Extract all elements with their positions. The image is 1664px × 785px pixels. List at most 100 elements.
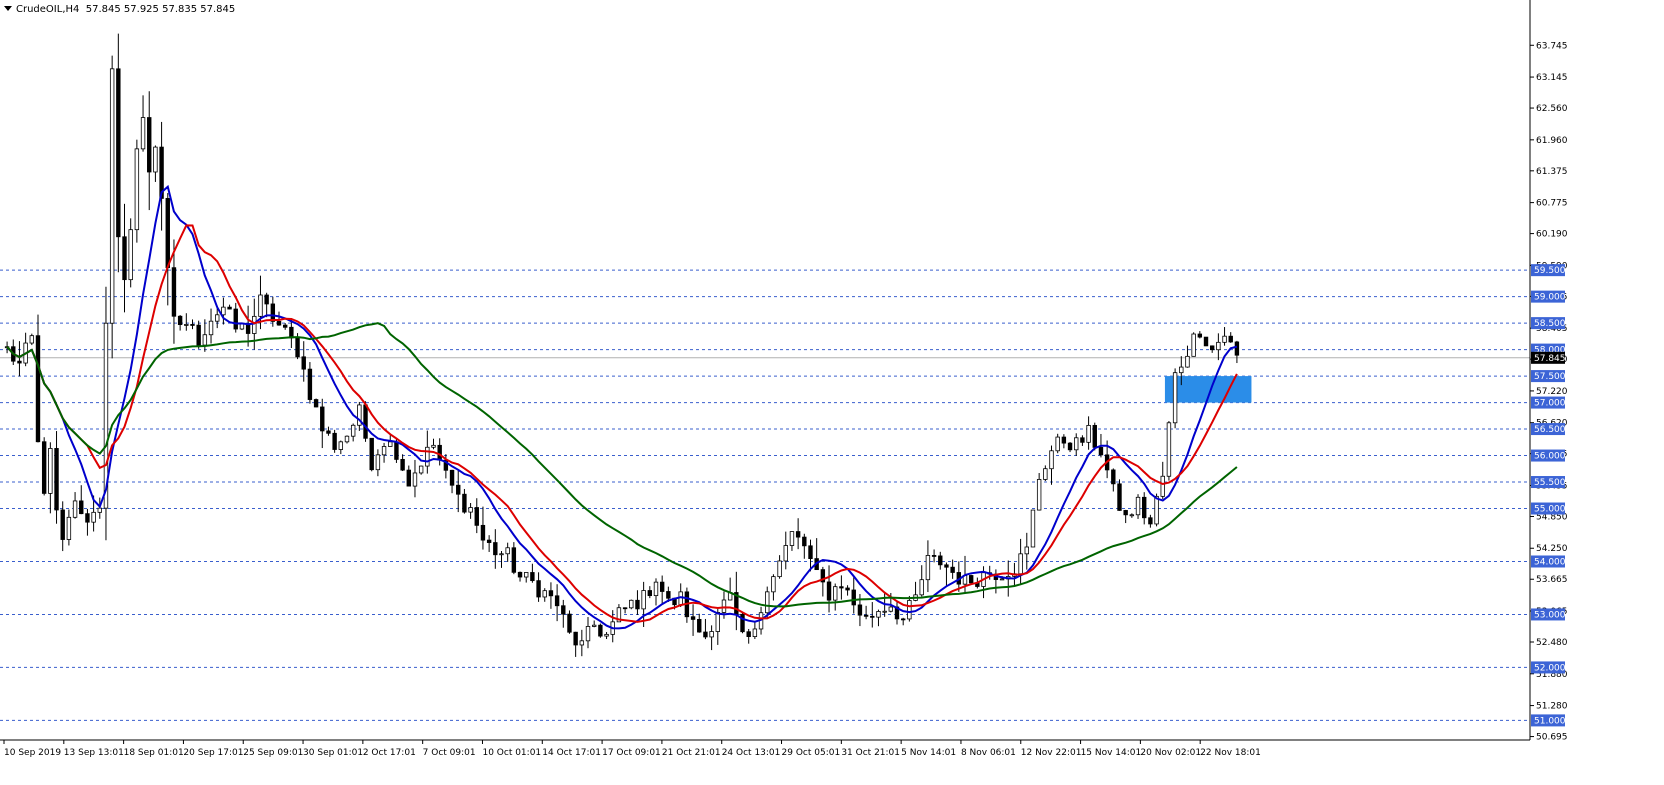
candle-body <box>264 294 269 305</box>
candle-body <box>882 610 887 613</box>
candle-body <box>888 606 894 612</box>
candle-body <box>116 68 121 238</box>
level-label: 51.000 <box>1534 716 1566 726</box>
candle-body <box>666 591 671 599</box>
price-chart[interactable]: 63.745 63.145 62.560 61.960 61.375 60.775 60.1… <box>0 0 1664 785</box>
level-label: 57.000 <box>1534 399 1566 409</box>
candle-body <box>585 626 591 642</box>
candle-body <box>542 590 547 598</box>
candle-body <box>641 590 646 610</box>
candle-body <box>1061 436 1067 444</box>
x-tick-label: 31 Oct 21:01 <box>841 748 900 758</box>
candle-body <box>752 628 758 637</box>
candle-body <box>511 547 517 573</box>
candle-body <box>171 267 177 317</box>
level-label: 55.000 <box>1534 505 1566 515</box>
x-tick-label: 30 Sep 01:01 <box>303 748 363 758</box>
candle-body <box>350 424 356 437</box>
candle-body <box>184 324 189 326</box>
level-label: 54.000 <box>1534 557 1566 567</box>
candle-body <box>1234 341 1240 356</box>
candle-body <box>1166 422 1172 477</box>
candle-body <box>524 572 529 578</box>
candle-body <box>48 448 53 494</box>
candle-body <box>29 335 35 344</box>
candle-body <box>833 586 838 601</box>
candle-body <box>474 507 479 526</box>
candle-body <box>907 600 912 620</box>
candle-body <box>851 589 856 606</box>
candle-body <box>938 555 943 566</box>
candle-body <box>493 542 498 556</box>
x-tick-label: 10 Oct 01:01 <box>482 748 541 758</box>
candle-body <box>1197 333 1203 338</box>
dropdown-triangle-icon[interactable] <box>4 6 12 11</box>
candle-body <box>647 590 653 597</box>
candle-body <box>1129 514 1135 517</box>
candle-body <box>1185 355 1190 368</box>
candle-body <box>85 513 90 523</box>
candle-body <box>363 404 368 439</box>
candle-body <box>1036 479 1042 511</box>
candle-body <box>1067 442 1073 451</box>
candle-body <box>777 560 782 578</box>
candle-body <box>530 572 535 582</box>
candle-body <box>567 613 572 633</box>
candle-body <box>252 315 257 334</box>
candle-body <box>622 607 628 610</box>
candle-body <box>486 539 492 543</box>
x-tick-label: 29 Oct 05:01 <box>782 748 841 758</box>
candle-body <box>845 587 850 591</box>
candle-body <box>41 441 47 494</box>
candle-body <box>381 446 387 456</box>
x-tick-label: 10 Sep 2019 <box>4 748 61 758</box>
candle-body <box>109 68 115 324</box>
candle-body <box>54 448 59 511</box>
candle-body <box>1191 333 1196 357</box>
candle-body <box>449 469 455 486</box>
candle-body <box>1160 475 1165 497</box>
candle-body <box>1055 436 1060 452</box>
candle-body <box>1024 546 1029 555</box>
candle-body <box>177 315 183 326</box>
candle-body <box>406 469 411 487</box>
candle-body <box>925 555 931 581</box>
candle-body <box>1135 496 1141 516</box>
candle-body <box>388 441 393 447</box>
y-tick-label: 51.280 <box>1536 702 1568 712</box>
candle-body <box>128 229 133 281</box>
candle-body <box>795 531 801 538</box>
candle-body <box>703 631 708 638</box>
candle-body <box>270 303 276 322</box>
y-tick-label: 62.560 <box>1536 104 1568 114</box>
candle-body <box>295 337 300 358</box>
candle-body <box>202 334 208 346</box>
candle-body <box>604 633 609 637</box>
candle-body <box>276 320 282 326</box>
x-tick-label: 2 Oct 17:01 <box>363 748 416 758</box>
candle-body <box>338 441 344 450</box>
candle-body <box>1154 495 1159 525</box>
x-tick-label: 22 Nov 18:01 <box>1200 748 1261 758</box>
candle-body <box>1086 424 1091 443</box>
y-tick-label: 63.745 <box>1536 41 1568 51</box>
candle-body <box>332 432 337 450</box>
candle-body <box>227 306 232 310</box>
candle-body <box>369 437 374 471</box>
candle-body <box>313 399 319 408</box>
candle-body <box>944 564 949 568</box>
y-tick-label: 61.375 <box>1536 167 1568 177</box>
candle-body <box>282 324 288 328</box>
candle-body <box>579 640 585 646</box>
candle-body <box>968 575 974 584</box>
candle-body <box>1203 336 1209 347</box>
candle-body <box>629 599 634 609</box>
candle-body <box>1030 509 1036 548</box>
candle-body <box>215 314 220 322</box>
x-tick-label: 20 Sep 17:01 <box>183 748 243 758</box>
candle-body <box>326 430 331 434</box>
price-axis: 63.745 63.145 62.560 61.960 61.375 60.775 60.1… <box>1530 41 1568 743</box>
level-label: 56.500 <box>1534 425 1566 435</box>
y-tick-label: 50.695 <box>1536 733 1568 743</box>
y-tick-label: 63.145 <box>1536 73 1568 83</box>
